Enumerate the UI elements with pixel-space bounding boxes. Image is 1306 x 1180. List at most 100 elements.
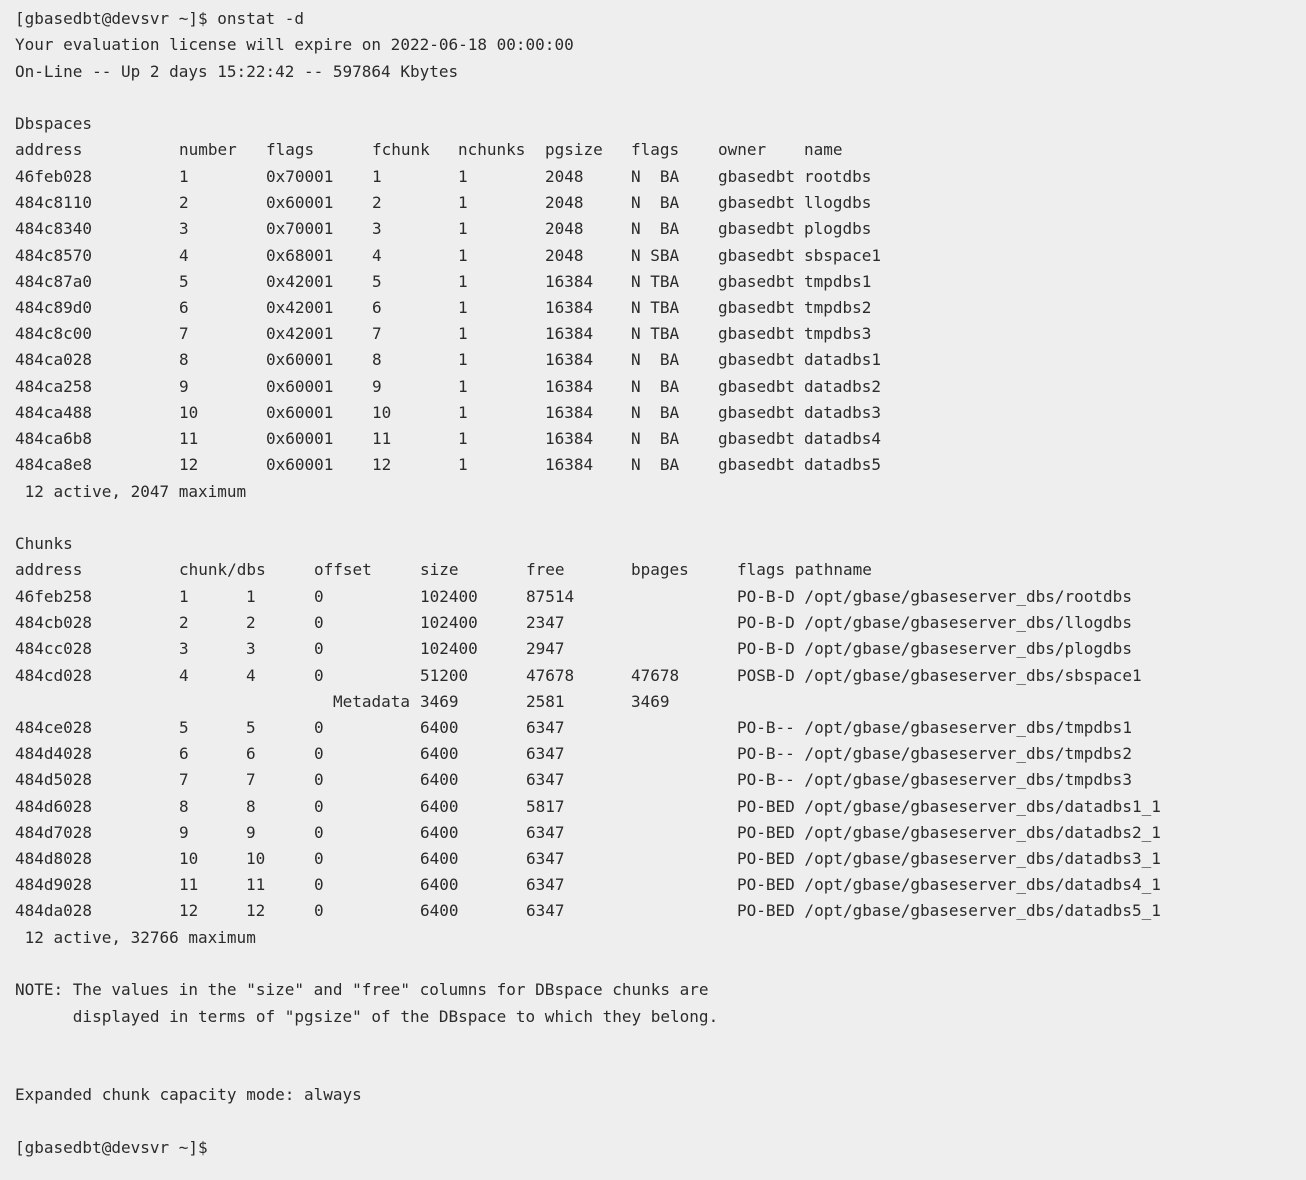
dbspace-row-cell: 6 xyxy=(179,298,189,317)
dbspace-row: 484ca6b8 11 0x60001 11 1 16384 N BA gbasedbt dat… xyxy=(15,428,1295,450)
dbspace-row-cell: gbasedbt xyxy=(718,376,796,396)
dbspaces-header-cell: name xyxy=(804,140,843,159)
dbspace-row-cell: N BA xyxy=(631,429,680,448)
chunk-row-cell: 6347 xyxy=(526,718,565,737)
chunk-row-cell: 102400 xyxy=(420,587,478,606)
dbspace-row-cell: 2048 xyxy=(545,245,584,265)
chunk-row-cell: 11 xyxy=(179,875,199,895)
dbspaces-header-cell: nchunks xyxy=(458,140,526,159)
chunk-row-cell: 12 xyxy=(179,901,199,921)
dbspace-row-cell: 3 xyxy=(372,219,382,239)
chunk-row-cell: 6347 xyxy=(526,849,565,868)
dbspace-row-cell: datadbs1 xyxy=(804,350,882,370)
dbspace-row-cell: 484c8340 xyxy=(15,219,93,239)
dbspace-row-cell: 7 xyxy=(179,324,189,344)
chunk-row-cell: 484cc028 xyxy=(15,639,93,659)
chunk-row-cell: 47678 xyxy=(526,665,575,685)
chunk-row-cell: 10 xyxy=(179,849,199,868)
chunk-row-cell: 0 xyxy=(314,822,324,842)
dbspace-row-cell: gbasedbt xyxy=(718,350,796,370)
chunk-row-cell: 1 xyxy=(246,587,256,606)
chunk-row-cell: 7 xyxy=(246,770,256,790)
dbspace-row-cell: 8 xyxy=(372,350,382,370)
chunk-row-cell: 484d7028 xyxy=(15,822,93,842)
dbspace-row-cell: gbasedbt xyxy=(718,429,796,448)
chunk-row-cell: 0 xyxy=(314,901,324,921)
chunk-row-cell: 0 xyxy=(314,796,324,816)
chunks-header: address chunk/dbs offset size free bpages flag… xyxy=(15,559,1295,581)
dbspace-row-cell: 12 xyxy=(179,455,199,475)
dbspace-row-cell: 484c8110 xyxy=(15,193,93,213)
chunk-row-cell: 484cb028 xyxy=(15,613,93,633)
dbspace-row-cell: 484ca028 xyxy=(15,350,93,370)
chunk-row: 484d7028 9 9 0 6400 6347 PO-BED /opt/gbase/gba… xyxy=(15,822,1295,844)
chunk-row-cell: POSB-D /opt/gbase/gbaseserver_dbs/sbspac… xyxy=(737,665,1142,685)
chunk-row-cell: 87514 xyxy=(526,587,575,606)
dbspace-row-cell: 9 xyxy=(372,376,382,396)
metadata-row: Metadata 3469 2581 3469 xyxy=(15,691,1295,713)
dbspace-row-cell: 2 xyxy=(179,193,189,213)
dbspace-row: 484ca258 9 0x60001 9 1 16384 N BA gbasedbt datad… xyxy=(15,376,1295,398)
dbspace-row-cell: 1 xyxy=(458,402,468,422)
dbspace-row: 484c87a0 5 0x42001 5 1 16384 N TBA gbasedbt tmpd… xyxy=(15,271,1295,293)
dbspace-row-cell: 0x60001 xyxy=(266,429,334,448)
chunk-row-cell: PO-B-- /opt/gbase/gbaseserver_dbs/tmpdbs… xyxy=(737,744,1132,764)
chunk-row-cell: 0 xyxy=(314,849,324,868)
dbspace-row: 484ca028 8 0x60001 8 1 16384 N BA gbasedbt datad… xyxy=(15,349,1295,371)
status-line: On-Line -- Up 2 days 15:22:42 -- 597864 … xyxy=(15,62,459,81)
dbspace-row-cell: datadbs5 xyxy=(804,455,882,475)
chunk-row-cell: PO-B-- /opt/gbase/gbaseserver_dbs/tmpdbs… xyxy=(737,718,1132,737)
chunk-row: 484cc028 3 3 0 102400 2947 PO-B-D /opt/gbase/g… xyxy=(15,638,1295,660)
dbspace-row-cell: 12 xyxy=(372,455,392,475)
chunk-row-cell: PO-BED /opt/gbase/gbaseserver_dbs/datadb… xyxy=(737,796,1161,816)
dbspace-row-cell: N BA xyxy=(631,376,680,396)
chunk-row-cell: 3 xyxy=(246,639,256,659)
dbspace-row-cell: 0x42001 xyxy=(266,271,334,291)
command-prompt: [gbasedbt@devsvr ~]$ onstat -d xyxy=(15,9,304,28)
dbspace-row: 46feb028 1 0x70001 1 1 2048 N BA gbasedbt rootdb… xyxy=(15,166,1295,188)
chunk-row-cell: PO-B-D /opt/gbase/gbaseserver_dbs/llogdb… xyxy=(737,613,1132,633)
chunk-row-cell: 484d6028 xyxy=(15,796,93,816)
dbspace-row-cell: gbasedbt xyxy=(718,298,796,317)
terminal-output: [gbasedbt@devsvr ~]$ onstat -d Your evalu… xyxy=(0,0,1306,1180)
chunk-row-cell: PO-B-D /opt/gbase/gbaseserver_dbs/plogdb… xyxy=(737,639,1132,659)
dbspace-row: 484c89d0 6 0x42001 6 1 16384 N TBA gbasedbt tmpd… xyxy=(15,297,1295,319)
dbspace-row-cell: sbspace1 xyxy=(804,245,882,265)
chunk-row-cell: 6400 xyxy=(420,796,459,816)
dbspace-row-cell: llogdbs xyxy=(804,193,872,213)
metadata-row-cell: 2581 xyxy=(526,692,565,711)
dbspace-row-cell: N TBA xyxy=(631,324,680,344)
chunk-row-cell: 0 xyxy=(314,587,324,606)
metadata-row-cell: 3469 xyxy=(420,692,459,711)
chunk-row: 484ce028 5 5 0 6400 6347 PO-B-- /opt/gbase/gba… xyxy=(15,717,1295,739)
dbspace-row: 484ca8e8 12 0x60001 12 1 16384 N BA gbasedbt dat… xyxy=(15,454,1295,476)
chunk-row-cell: 9 xyxy=(246,822,256,842)
chunk-row-cell: 6400 xyxy=(420,875,459,895)
dbspace-row-cell: 16384 xyxy=(545,350,594,370)
chunk-row: 484cd028 4 4 0 51200 47678 47678 POSB-D /opt/gb… xyxy=(15,665,1295,687)
dbspace-row-cell: gbasedbt xyxy=(718,193,796,213)
chunk-row-cell: 484d9028 xyxy=(15,875,93,895)
chunk-row: 484d6028 8 8 0 6400 5817 PO-BED /opt/gbase/gba… xyxy=(15,796,1295,818)
dbspace-row-cell: 0x42001 xyxy=(266,324,334,344)
chunk-row: 484d8028 10 10 0 6400 6347 PO-BED /opt/gbase/g… xyxy=(15,848,1295,870)
chunk-row: 484cb028 2 2 0 102400 2347 PO-B-D /opt/gbase/g… xyxy=(15,612,1295,634)
dbspace-row-cell: N SBA xyxy=(631,245,680,265)
chunk-row-cell: 0 xyxy=(314,613,324,633)
chunk-row-cell: 51200 xyxy=(420,665,469,685)
chunk-row-cell: 2 xyxy=(246,613,256,633)
chunks-title: Chunks xyxy=(15,534,73,553)
dbspace-row-cell: N TBA xyxy=(631,298,680,317)
chunk-row-cell: 8 xyxy=(179,796,189,816)
expanded-mode-line: Expanded chunk capacity mode: always xyxy=(15,1085,362,1104)
chunks-header-cell: free xyxy=(526,560,565,579)
chunk-row-cell: 484d8028 xyxy=(15,849,93,868)
dbspace-row-cell: 1 xyxy=(458,193,468,213)
chunk-row-cell: 6400 xyxy=(420,901,459,921)
chunk-row-cell: 6400 xyxy=(420,849,459,868)
metadata-row-cell: 3469 xyxy=(631,692,670,711)
dbspace-row-cell: 16384 xyxy=(545,429,594,448)
metadata-row-cell: Metadata xyxy=(333,692,411,711)
dbspace-row-cell: N BA xyxy=(631,193,680,213)
dbspace-row-cell: 16384 xyxy=(545,402,594,422)
